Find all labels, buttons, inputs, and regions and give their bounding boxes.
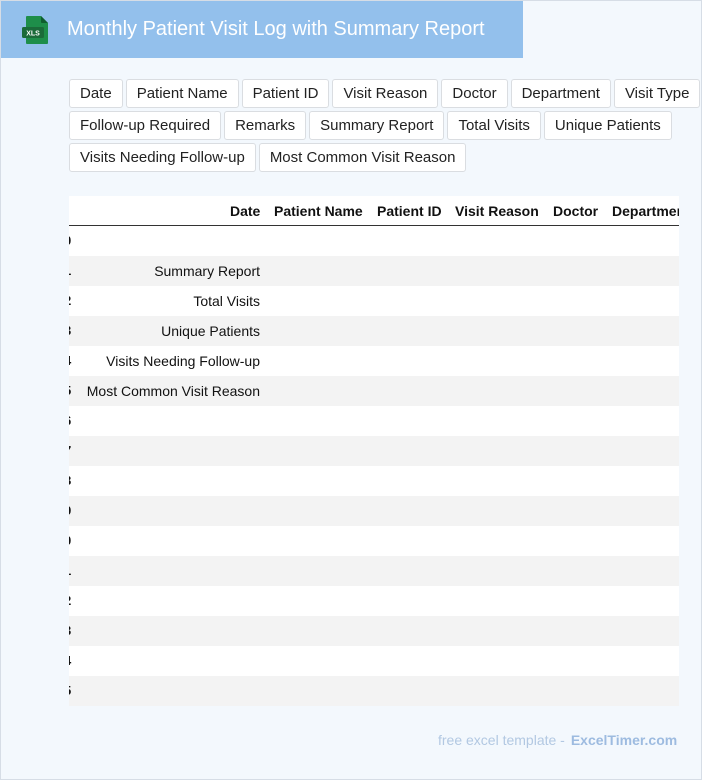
column-chip[interactable]: Visits Needing Follow-up: [69, 143, 256, 172]
column-chip[interactable]: Follow-up Required: [69, 111, 222, 140]
row-label: Summary Report: [154, 263, 260, 279]
brand-link[interactable]: ExcelTimer.com: [571, 732, 677, 748]
table-row: 4: [69, 646, 679, 676]
table-row: 6: [69, 406, 679, 436]
column-chip[interactable]: Date: [69, 79, 123, 108]
table-row: 9: [69, 496, 679, 526]
chip-row: Follow-up Required Remarks Summary Report T…: [69, 111, 699, 140]
table-row: 0: [69, 226, 679, 256]
table-row: 7: [69, 436, 679, 466]
column-header: Patient Name: [274, 203, 363, 219]
column-chip[interactable]: Most Common Visit Reason: [258, 143, 467, 172]
row-number: 2: [69, 293, 74, 308]
row-number: 1: [69, 563, 74, 578]
column-chip[interactable]: Summary Report: [309, 111, 445, 140]
column-header: Department: [612, 203, 679, 219]
table-row: 4 Visits Needing Follow-up: [69, 346, 679, 376]
table-row: 1: [69, 556, 679, 586]
row-number: 0: [69, 233, 74, 248]
column-chip[interactable]: Total Visits: [447, 111, 541, 140]
table-row: 2 Total Visits: [69, 286, 679, 316]
column-chip[interactable]: Remarks: [224, 111, 307, 140]
row-number: 5: [69, 383, 74, 398]
column-chip[interactable]: Visit Reason: [332, 79, 439, 108]
xls-icon-label: XLS: [26, 31, 40, 38]
footer-credit: free excel template - ExcelTimer.com: [438, 732, 677, 748]
table-row: 5 Most Common Visit Reason: [69, 376, 679, 406]
row-label: Total Visits: [193, 293, 260, 309]
column-chip[interactable]: Patient Name: [125, 79, 239, 108]
row-label: Most Common Visit Reason: [86, 383, 260, 399]
table-row: 3: [69, 616, 679, 646]
column-chip[interactable]: Visit Type: [613, 79, 701, 108]
row-number: 4: [69, 653, 74, 668]
row-number: 0: [69, 533, 74, 548]
table-row: 3 Unique Patients: [69, 316, 679, 346]
column-header: Patient ID: [377, 203, 442, 219]
column-chip[interactable]: Department: [510, 79, 611, 108]
spreadsheet-preview: Date Patient Name Patient ID Visit Reason Do…: [69, 196, 679, 706]
chip-row: Visits Needing Follow-up Most Common Visi…: [69, 143, 699, 172]
column-header: Date: [230, 203, 261, 219]
column-header: Doctor: [553, 203, 599, 219]
row-number: 6: [69, 413, 74, 428]
row-number: 9: [69, 503, 74, 518]
column-chip[interactable]: Unique Patients: [543, 111, 672, 140]
column-header: Visit Reason: [455, 203, 539, 219]
row-number: 5: [69, 683, 74, 698]
table-row: 1 Summary Report: [69, 256, 679, 286]
footer-prefix: free excel template -: [438, 732, 565, 748]
row-number: 4: [69, 353, 74, 368]
row-number: 2: [69, 593, 74, 608]
column-chip[interactable]: Patient ID: [241, 79, 330, 108]
title-banner: XLS Monthly Patient Visit Log with Summa…: [1, 1, 523, 58]
table-row: 5: [69, 676, 679, 706]
chip-row: Date Patient Name Patient ID Visit Reason Do…: [69, 79, 701, 108]
row-label: Unique Patients: [161, 323, 260, 339]
row-label: Visits Needing Follow-up: [106, 353, 260, 369]
column-chip[interactable]: Doctor: [441, 79, 508, 108]
table-row: 2: [69, 586, 679, 616]
row-number: 3: [69, 623, 74, 638]
xls-file-icon: XLS: [22, 16, 48, 44]
column-chip-list: Date Patient Name Patient ID Visit Reason Do…: [69, 79, 701, 175]
column-header-row: Date Patient Name Patient ID Visit Reason Do…: [69, 196, 679, 226]
table-row: 0: [69, 526, 679, 556]
row-number: 1: [69, 263, 74, 278]
row-number: 8: [69, 473, 74, 488]
page-title: Monthly Patient Visit Log with Summary R…: [67, 18, 485, 40]
row-number: 3: [69, 323, 74, 338]
table-row: 8: [69, 466, 679, 496]
row-number: 7: [69, 443, 74, 458]
